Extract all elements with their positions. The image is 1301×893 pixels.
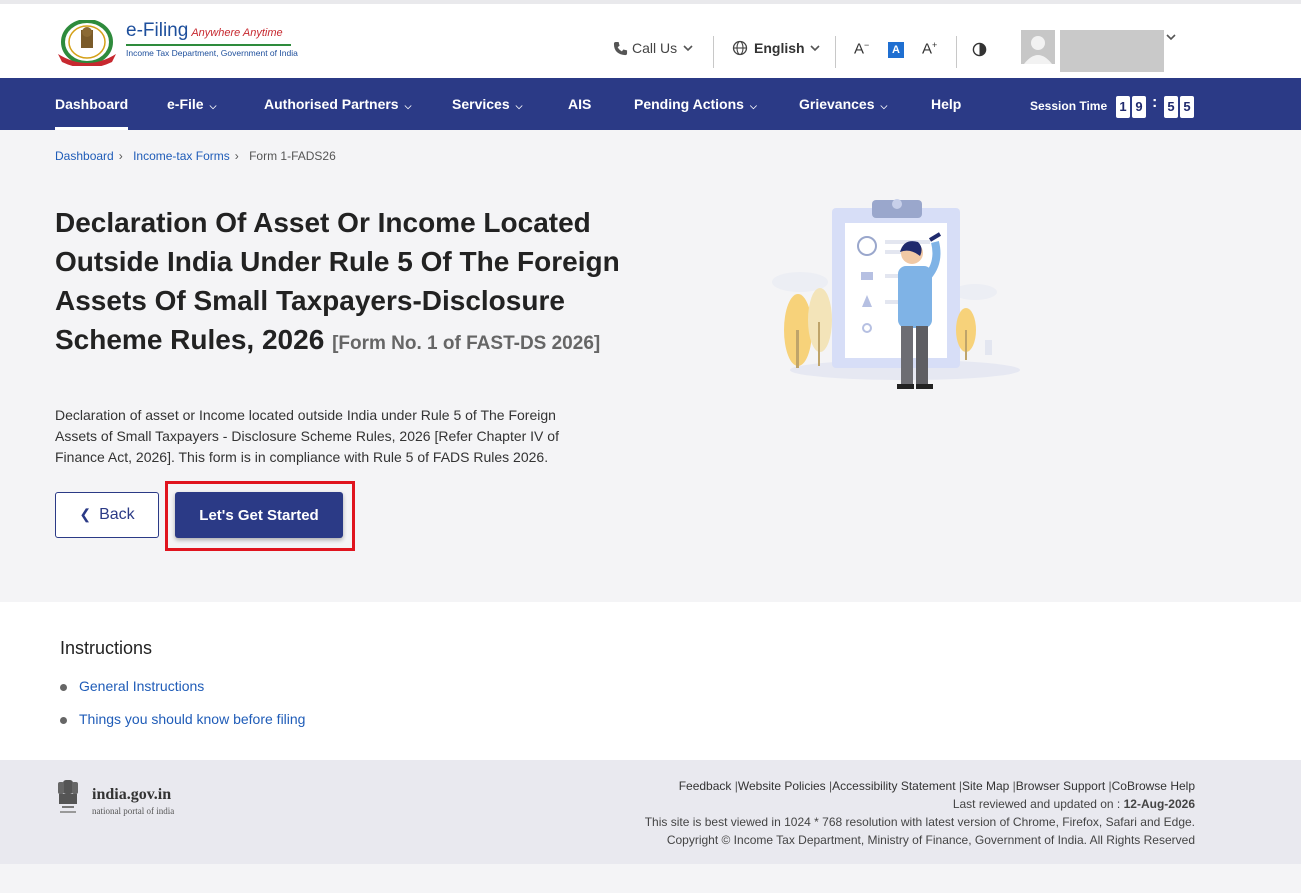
chevron-down-icon bbox=[683, 45, 693, 52]
footer-link-feedback[interactable]: Feedback bbox=[679, 779, 732, 793]
chevron-down-icon bbox=[1166, 34, 1176, 41]
back-button[interactable]: ❮ Back bbox=[55, 492, 159, 538]
chevron-down-icon: ⌵ bbox=[209, 101, 217, 111]
divider bbox=[835, 36, 836, 68]
last-reviewed-label: Last reviewed and updated on : bbox=[952, 797, 1121, 811]
page-title: Declaration Of Asset Or Income Located O… bbox=[55, 203, 645, 363]
breadcrumb-current: Form 1-FADS26 bbox=[249, 149, 336, 163]
things-to-know-link[interactable]: Things you should know before filing bbox=[60, 711, 305, 727]
logo-title: e-Filing Anywhere Anytime bbox=[126, 20, 283, 42]
font-normal-button[interactable]: A bbox=[888, 42, 904, 58]
session-separator: : bbox=[1152, 94, 1158, 111]
chevron-left-icon: ❮ bbox=[79, 506, 92, 522]
contrast-icon bbox=[972, 42, 987, 57]
copyright-note: Copyright © Income Tax Department, Minis… bbox=[666, 833, 1195, 847]
font-increase-label: A bbox=[922, 40, 933, 58]
best-viewed-note: This site is best viewed in 1024 * 768 r… bbox=[644, 815, 1195, 829]
tax-department-emblem-icon bbox=[58, 20, 116, 66]
session-digit: 9 bbox=[1132, 96, 1146, 118]
nav-item-label: Services bbox=[452, 96, 510, 112]
form-description: Declaration of asset or Income located o… bbox=[55, 407, 559, 465]
session-digit: 1 bbox=[1116, 96, 1130, 118]
call-us-dropdown[interactable]: Call Us bbox=[613, 40, 693, 56]
user-avatar-icon bbox=[1024, 36, 1052, 64]
instruction-item-label: Things you should know before filing bbox=[79, 711, 306, 727]
bullet-icon bbox=[60, 683, 67, 691]
nav-item-label: AIS bbox=[568, 96, 592, 112]
chevron-down-icon: ⌵ bbox=[515, 101, 523, 111]
footer-link-cobrowse-help[interactable]: CoBrowse Help bbox=[1112, 779, 1195, 793]
logo-subtitle: Income Tax Department, Government of Ind… bbox=[126, 48, 298, 58]
logo-title-text: e-Filing bbox=[126, 20, 189, 41]
font-increase-button[interactable]: A+ bbox=[922, 40, 937, 58]
logo-tagline: Anywhere Anytime bbox=[191, 27, 283, 39]
footer-links: Feedback |Website Policies |Accessibilit… bbox=[679, 779, 1195, 793]
chevron-down-icon: ⌵ bbox=[404, 101, 412, 111]
call-us-label: Call Us bbox=[632, 40, 678, 56]
national-emblem-icon bbox=[58, 780, 78, 813]
top-bar: e-Filing Anywhere Anytime Income Tax Depa… bbox=[0, 0, 1301, 78]
india-gov-subtitle: national portal of india bbox=[92, 806, 175, 816]
nav-pending-actions[interactable]: Pending Actions ⌵ bbox=[634, 78, 757, 130]
language-dropdown[interactable]: English bbox=[732, 40, 820, 56]
nav-item-label: Help bbox=[931, 96, 962, 112]
india-gov-logo[interactable]: india.gov.in national portal of india bbox=[55, 776, 195, 824]
footer: india.gov.in national portal of india Fe… bbox=[0, 760, 1301, 864]
font-decrease-button[interactable]: A− bbox=[854, 40, 869, 58]
nav-authorised-partners[interactable]: Authorised Partners ⌵ bbox=[264, 78, 411, 130]
logo-rule bbox=[126, 44, 291, 46]
nav-item-label: Authorised Partners bbox=[264, 96, 399, 112]
session-digit: 5 bbox=[1164, 96, 1178, 118]
nav-services[interactable]: Services ⌵ bbox=[452, 78, 522, 130]
form-number: [Form No. 1 of FAST-DS 2026] bbox=[332, 333, 601, 354]
lets-get-started-button[interactable]: Let's Get Started bbox=[175, 492, 343, 538]
instructions-heading: Instructions bbox=[60, 638, 153, 658]
session-time-label: Session Time bbox=[1030, 99, 1108, 113]
nav-item-label: Pending Actions bbox=[634, 96, 744, 112]
divider bbox=[956, 36, 957, 68]
footer-link-browser-support[interactable]: Browser Support bbox=[1016, 779, 1105, 793]
bullet-icon bbox=[60, 716, 67, 724]
breadcrumb-separator-icon: › bbox=[118, 149, 123, 163]
chevron-down-icon bbox=[809, 45, 820, 52]
nav-ais[interactable]: AIS bbox=[568, 78, 591, 130]
nav-dashboard[interactable]: Dashboard bbox=[55, 78, 129, 130]
breadcrumb-dashboard[interactable]: Dashboard bbox=[55, 149, 114, 163]
chevron-down-icon: ⌵ bbox=[749, 101, 757, 111]
nav-item-label: e-File bbox=[167, 96, 204, 112]
nav-item-label: Grievances bbox=[799, 96, 875, 112]
nav-item-label: Dashboard bbox=[55, 96, 129, 112]
contrast-toggle[interactable] bbox=[972, 42, 987, 60]
back-button-label: Back bbox=[99, 506, 135, 523]
general-instructions-link[interactable]: General Instructions bbox=[60, 678, 204, 694]
session-digit: 5 bbox=[1180, 96, 1194, 118]
form-filling-illustration bbox=[772, 199, 1020, 389]
nav-help[interactable]: Help bbox=[931, 78, 961, 130]
breadcrumb: Dashboard › Income-tax Forms › Form 1-FADS… bbox=[55, 149, 336, 163]
instructions-section: Instructions General Instructions Things… bbox=[0, 602, 1301, 760]
footer-link-site-map[interactable]: Site Map bbox=[962, 779, 1009, 793]
breadcrumb-income-tax-forms[interactable]: Income-tax Forms bbox=[133, 149, 230, 163]
font-decrease-label: A bbox=[854, 40, 865, 58]
efiling-logo[interactable]: e-Filing Anywhere Anytime Income Tax Depa… bbox=[54, 18, 304, 70]
globe-icon bbox=[732, 40, 748, 56]
chevron-down-icon: ⌵ bbox=[880, 101, 888, 111]
last-reviewed-date: 12-Aug-2026 bbox=[1123, 797, 1195, 811]
india-gov-title: india.gov.in bbox=[92, 786, 172, 803]
nav-grievances[interactable]: Grievances ⌵ bbox=[799, 78, 887, 130]
username-redacted bbox=[1060, 30, 1164, 72]
instruction-item-label: General Instructions bbox=[79, 678, 205, 694]
profile-menu-toggle[interactable] bbox=[1166, 32, 1176, 44]
last-reviewed: Last reviewed and updated on : 12-Aug-20… bbox=[953, 797, 1195, 811]
language-label: English bbox=[754, 40, 805, 56]
main-nav: Dashboard e-File ⌵ Authorised Partners ⌵ S… bbox=[0, 78, 1301, 130]
footer-link-accessibility[interactable]: Accessibility Statement bbox=[832, 779, 955, 793]
footer-link-website-policies[interactable]: Website Policies bbox=[738, 779, 826, 793]
divider bbox=[713, 36, 714, 68]
nav-efile[interactable]: e-File ⌵ bbox=[167, 78, 216, 130]
breadcrumb-separator-icon: › bbox=[234, 149, 239, 163]
phone-icon bbox=[613, 41, 628, 55]
avatar[interactable] bbox=[1021, 30, 1055, 64]
font-normal-label: A bbox=[892, 44, 900, 56]
